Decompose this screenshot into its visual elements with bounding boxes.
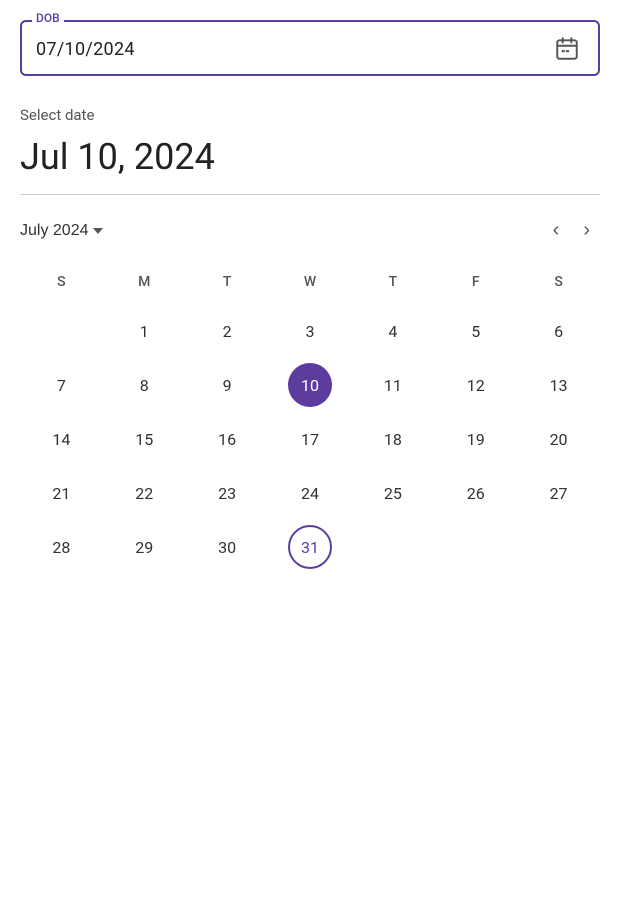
calendar-day-cell[interactable]: 9 — [186, 358, 269, 412]
calendar-icon — [554, 36, 580, 62]
calendar-day-cell[interactable]: 6 — [517, 304, 600, 358]
date-picker-panel: Select date Jul 10, 2024 July 2024 ‹ › S… — [20, 106, 600, 574]
calendar-day-cell[interactable]: 23 — [186, 466, 269, 520]
calendar-day-cell[interactable]: 10 — [269, 358, 352, 412]
calendar-day-cell[interactable]: 14 — [20, 412, 103, 466]
calendar-day-cell[interactable]: 19 — [434, 412, 517, 466]
calendar-day-cell[interactable]: 12 — [434, 358, 517, 412]
calendar-day-cell[interactable]: 15 — [103, 412, 186, 466]
big-date-display: Jul 10, 2024 — [20, 136, 600, 178]
calendar-day-cell[interactable]: 26 — [434, 466, 517, 520]
calendar-day-cell[interactable]: 20 — [517, 412, 600, 466]
calendar-day-cell[interactable]: 2 — [186, 304, 269, 358]
month-year-label: July 2024 — [20, 222, 89, 240]
calendar-day-cell[interactable]: 27 — [517, 466, 600, 520]
weekday-header-cell: W — [269, 266, 352, 304]
weekday-header-cell: M — [103, 266, 186, 304]
weekday-header-cell: T — [186, 266, 269, 304]
calendar-week-row: 28293031 — [20, 520, 600, 574]
calendar-day-cell[interactable]: 24 — [269, 466, 352, 520]
calendar-arrows: ‹ › — [543, 215, 600, 246]
calendar-day-cell[interactable]: 30 — [186, 520, 269, 574]
dob-value: 07/10/2024 — [36, 39, 135, 60]
divider — [20, 194, 600, 195]
dob-label: DOB — [32, 11, 64, 25]
calendar-day-cell — [20, 304, 103, 358]
calendar-day-cell[interactable]: 3 — [269, 304, 352, 358]
calendar-day-cell[interactable]: 28 — [20, 520, 103, 574]
calendar-navigation: July 2024 ‹ › — [20, 215, 600, 246]
calendar-icon-button[interactable] — [550, 32, 584, 66]
calendar-day-cell — [517, 520, 600, 574]
weekday-header-cell: S — [20, 266, 103, 304]
select-date-label: Select date — [20, 106, 600, 124]
calendar-day-cell[interactable]: 8 — [103, 358, 186, 412]
calendar-day-cell[interactable]: 18 — [351, 412, 434, 466]
calendar-day-cell[interactable]: 11 — [351, 358, 434, 412]
calendar-week-row: 123456 — [20, 304, 600, 358]
calendar-week-row: 78910111213 — [20, 358, 600, 412]
weekday-header-row: SMTWTFS — [20, 266, 600, 304]
next-month-button[interactable]: › — [573, 215, 600, 246]
calendar-day-cell — [351, 520, 434, 574]
calendar-day-cell — [434, 520, 517, 574]
chevron-down-icon — [93, 228, 103, 234]
weekday-header-cell: S — [517, 266, 600, 304]
calendar-day-cell[interactable]: 22 — [103, 466, 186, 520]
calendar-day-cell[interactable]: 31 — [269, 520, 352, 574]
calendar-week-row: 14151617181920 — [20, 412, 600, 466]
calendar-day-cell[interactable]: 29 — [103, 520, 186, 574]
calendar-grid: SMTWTFS 12345678910111213141516171819202… — [20, 266, 600, 574]
calendar-day-cell[interactable]: 4 — [351, 304, 434, 358]
weekday-header-cell: F — [434, 266, 517, 304]
calendar-day-cell[interactable]: 21 — [20, 466, 103, 520]
calendar-day-cell[interactable]: 13 — [517, 358, 600, 412]
dob-field: DOB 07/10/2024 — [20, 20, 600, 76]
calendar-day-cell[interactable]: 17 — [269, 412, 352, 466]
prev-month-button[interactable]: ‹ — [543, 215, 570, 246]
calendar-day-cell[interactable]: 25 — [351, 466, 434, 520]
calendar-day-cell[interactable]: 5 — [434, 304, 517, 358]
calendar-week-row: 21222324252627 — [20, 466, 600, 520]
calendar-day-cell[interactable]: 16 — [186, 412, 269, 466]
calendar-day-cell[interactable]: 7 — [20, 358, 103, 412]
month-year-selector[interactable]: July 2024 — [20, 222, 103, 240]
calendar-day-cell[interactable]: 1 — [103, 304, 186, 358]
weekday-header-cell: T — [351, 266, 434, 304]
